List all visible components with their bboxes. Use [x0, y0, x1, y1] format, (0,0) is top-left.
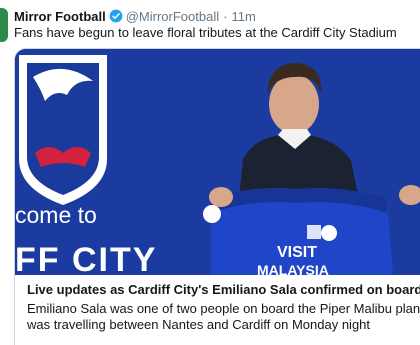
verified-badge-icon — [109, 9, 123, 23]
avatar[interactable] — [0, 8, 8, 42]
shirt-sponsor-line1: VISIT — [277, 244, 317, 261]
card-description-line1: Emiliano Sala was one of two people on b… — [27, 301, 420, 316]
timestamp[interactable]: 11m — [231, 9, 255, 24]
left-hand — [209, 187, 233, 207]
banner-text-line2: FF CITY — [15, 241, 157, 275]
author-handle[interactable]: @MirrorFootball — [126, 9, 219, 24]
tweet-text: Fans have begun to leave floral tributes… — [14, 25, 397, 40]
card-description: Emiliano Sala was one of two people on b… — [27, 301, 420, 333]
link-card[interactable]: come to FF CITY VISIT MALAYSIA Live upda… — [14, 48, 420, 345]
card-image[interactable]: come to FF CITY VISIT MALAYSIA — [15, 49, 420, 275]
separator-dot: · — [223, 8, 228, 24]
card-description-line2: was travelling between Nantes and Cardif… — [27, 317, 371, 332]
card-title[interactable]: Live updates as Cardiff City's Emiliano … — [27, 282, 420, 297]
banner-text-line1: come to — [15, 202, 97, 228]
tweet-header: Mirror Football @MirrorFootball · 11m — [14, 7, 256, 25]
shirt-sponsor-line2: MALAYSIA — [257, 262, 329, 275]
league-badge-icon — [203, 205, 221, 223]
author-name[interactable]: Mirror Football — [14, 9, 106, 24]
club-crest-icon — [19, 55, 107, 205]
card-photo: come to FF CITY VISIT MALAYSIA — [15, 49, 420, 275]
